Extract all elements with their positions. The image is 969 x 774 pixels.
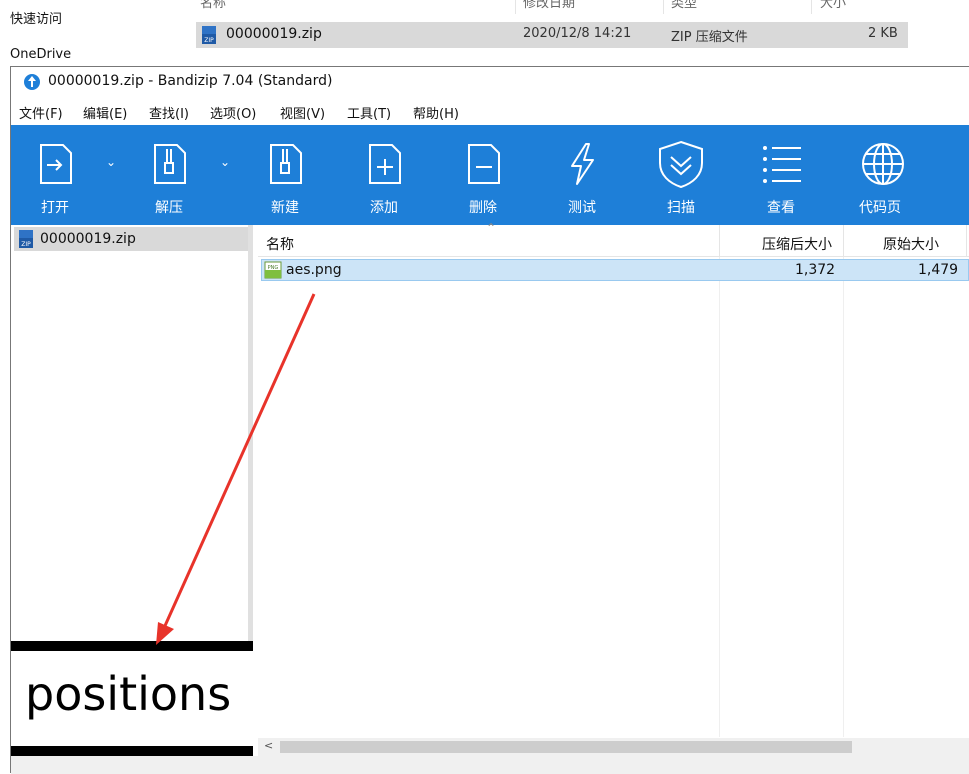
test-label: 测试 [568,200,596,216]
explorer-file-modified: 2020/12/8 14:21 [523,26,632,41]
col-divider [811,0,812,14]
file-compressed-size: 1,372 [795,262,836,278]
col-name[interactable]: 名称 [200,0,226,11]
add-label: 添加 [370,200,398,216]
file-name: aes.png [286,262,342,278]
sort-ascending-icon: ⌃ [486,221,497,235]
zip-file-icon: ZIP [202,26,216,44]
delete-file-icon [468,144,500,184]
add-file-icon [369,144,401,184]
list-view-icon [763,146,801,183]
lightning-icon [571,143,594,185]
quick-access-link[interactable]: 快速访问 [10,8,62,27]
col-size[interactable]: 大小 [820,0,846,11]
open-icon [40,144,72,184]
globe-icon [862,143,904,185]
delete-button[interactable]: 删除 [443,125,523,225]
menu-edit[interactable]: 编辑(E) [83,103,127,122]
toolbar: 打开 ⌄ 解压 ⌄ 新建 添加 删除 测试 扫描 查看 代码页 [11,125,969,225]
menu-file[interactable]: 文件(F) [19,103,63,122]
annotation-positions-box: positions [11,641,253,756]
table-row[interactable]: PNG aes.png 1,372 1,479 [261,259,969,281]
extract-dropdown-chevron-icon[interactable]: ⌄ [220,155,230,169]
png-file-icon: PNG [264,261,282,279]
explorer-file-name: 00000019.zip [226,26,322,42]
onedrive-link[interactable]: OneDrive [10,47,71,62]
explorer-column-headers: 名称 修改日期 类型 大小 [190,0,969,14]
col-modified[interactable]: 修改日期 [523,0,575,11]
codepage-button[interactable]: 代码页 [840,125,920,225]
svg-text:ZIP: ZIP [204,37,214,44]
new-archive-button[interactable]: 新建 [245,125,325,225]
shield-icon [659,140,703,189]
horizontal-scrollbar[interactable]: < [258,738,969,756]
tree-item-label: 00000019.zip [40,231,136,247]
explorer-file-row[interactable]: ZIP 00000019.zip 2020/12/8 14:21 ZIP 压缩文… [196,22,908,48]
list-header: 名称 ⌃ 压缩后大小 原始大小 [258,221,969,257]
bandizip-window: 00000019.zip - Bandizip 7.04 (Standard) … [10,66,969,774]
list-col-original[interactable]: 原始大小 [883,234,939,254]
list-col-compressed[interactable]: 压缩后大小 [762,234,832,254]
extract-button[interactable]: 解压 [129,125,209,225]
menu-find[interactable]: 查找(I) [149,103,189,122]
open-label: 打开 [41,200,69,216]
file-list-pane: 名称 ⌃ 压缩后大小 原始大小 PNG aes.png 1,372 1,479 … [258,221,969,774]
scroll-left-icon[interactable]: < [264,739,273,752]
open-button[interactable]: 打开 [15,125,95,225]
svg-text:ZIP: ZIP [21,241,31,248]
annotation-inner: positions [11,651,253,746]
explorer-file-type: ZIP 压缩文件 [671,30,748,45]
status-bar [11,756,969,774]
list-col-name[interactable]: 名称 [266,234,294,254]
file-original-size: 1,479 [918,262,959,278]
col-divider [719,225,720,257]
view-label: 查看 [767,200,795,216]
menu-help[interactable]: 帮助(H) [413,103,459,122]
scan-label: 扫描 [667,200,695,216]
col-divider [515,0,516,14]
menu-tools[interactable]: 工具(T) [347,103,391,122]
column-gridline [719,257,720,737]
add-button[interactable]: 添加 [344,125,424,225]
scrollbar-thumb[interactable] [280,741,852,753]
new-archive-icon [270,144,302,184]
menu-view[interactable]: 视图(V) [280,103,325,122]
annotation-text: positions [25,667,232,721]
menu-options[interactable]: 选项(O) [210,103,256,122]
explorer-file-size: 2 KB [868,26,898,41]
codepage-label: 代码页 [859,200,901,216]
col-divider [966,225,967,257]
col-divider [663,0,664,14]
new-label: 新建 [271,200,299,216]
open-dropdown-chevron-icon[interactable]: ⌄ [106,155,116,169]
scan-button[interactable]: 扫描 [641,125,721,225]
extract-icon [154,144,186,184]
title-bar[interactable]: 00000019.zip - Bandizip 7.04 (Standard) [11,67,969,96]
view-button[interactable]: 查看 [741,125,821,225]
window-title: 00000019.zip - Bandizip 7.04 (Standard) [48,73,333,89]
column-gridline [843,257,844,737]
delete-label: 删除 [469,200,497,216]
extract-label: 解压 [155,200,183,216]
col-type[interactable]: 类型 [671,0,697,11]
test-button[interactable]: 测试 [542,125,622,225]
col-divider [843,225,844,257]
svg-text:PNG: PNG [268,265,279,271]
tree-item-archive[interactable]: ZIP 00000019.zip [14,227,248,251]
bandizip-logo-icon [24,74,40,90]
folder-tree-pane: ZIP 00000019.zip positions [11,225,253,774]
menu-bar: 文件(F) 编辑(E) 查找(I) 选项(O) 视图(V) 工具(T) 帮助(H… [11,97,969,125]
zip-file-icon: ZIP [19,230,33,248]
